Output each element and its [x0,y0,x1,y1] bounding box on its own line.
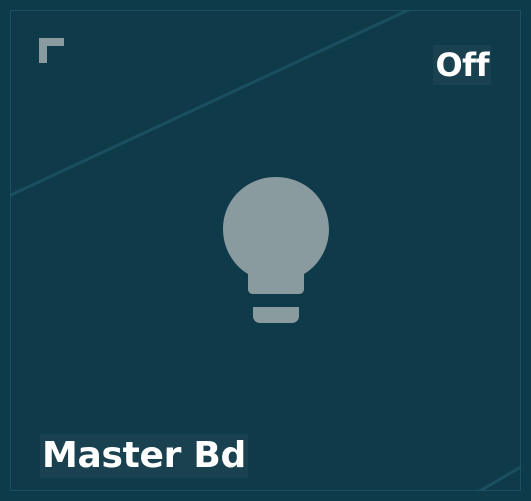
device-name-label: Master Bd [40,434,248,478]
corner-bracket-icon [39,38,64,63]
status-badge: Off [433,45,491,85]
lightbulb-icon[interactable] [223,177,329,323]
light-tile[interactable]: Off Master Bd [0,0,531,501]
